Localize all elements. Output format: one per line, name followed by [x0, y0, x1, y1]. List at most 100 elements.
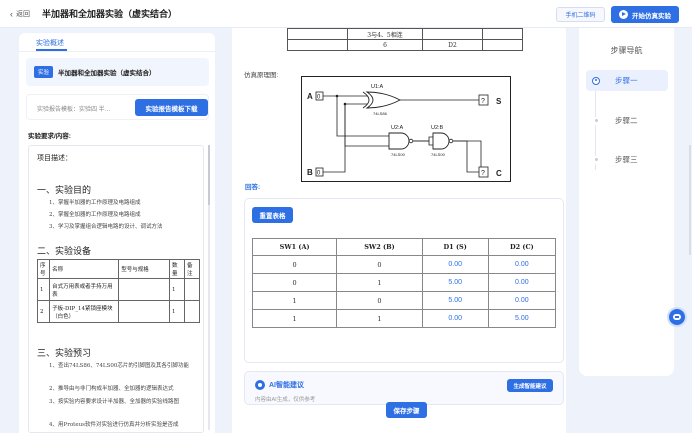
doc-list-item: 2、掌握全加器的工作原理及电路组成	[49, 212, 141, 218]
probe-mark: ?	[481, 170, 485, 177]
requirements-document: 项目描述： 一、实验目的 1、掌握半加器的工作原理及电路组成 2、掌握全加器的工…	[28, 145, 204, 433]
table-row: 序号 名称 型号与规格 数量 备注	[36, 259, 201, 279]
table-cell: 1	[169, 300, 185, 323]
save-step-button[interactable]: 保存步骤	[386, 402, 427, 418]
result-input-cell[interactable]: 0.00	[487, 273, 557, 292]
generate-suggestion-button[interactable]: 生成智能建议	[507, 379, 553, 392]
doc-section-2-title: 二、实验设备	[37, 247, 92, 257]
probe-mark: ?	[481, 98, 485, 105]
doc-intro: 项目描述：	[37, 154, 72, 162]
step-label: 步骤一	[615, 76, 638, 85]
table-cell	[422, 28, 483, 40]
play-icon	[619, 10, 628, 19]
table-cell: 0	[251, 273, 338, 292]
junction-dot	[335, 94, 339, 98]
result-input-cell[interactable]: 5.00	[421, 273, 489, 292]
document-scrollbar-thumb[interactable]	[208, 145, 210, 205]
table-row: 1 1 0.00 5.00	[251, 309, 557, 328]
table-cell: 3与4、5相连	[347, 28, 423, 40]
chevron-left-icon: ‹	[10, 8, 13, 19]
table-row: 3与4、5相连	[287, 28, 523, 40]
top-bar: ‹ 返回 半加器和全加器实验（虚实结合） 手机二维码 开始仿真实验	[0, 0, 692, 28]
gate-u2b-part: 74LS00	[431, 152, 446, 157]
result-input-cell[interactable]: 5.00	[421, 291, 489, 310]
result-input-cell[interactable]: 0.00	[421, 255, 489, 274]
gate-u2b-label: U2:B	[431, 125, 444, 131]
pin-table: 3与4、5相连 6 D2	[287, 28, 523, 51]
main-content: 3与4、5相连 6 D2 仿真原理图: A 0 B 0 U1:A 74LS86 …	[232, 28, 566, 433]
doc-list-item: 3、按实验内容要求设计半加器、全加器的实验线路图	[49, 399, 180, 405]
table-cell: 1	[336, 273, 423, 292]
doc-list-item: 1、查出74LS86、74LS00芯片的引脚图及其各引脚功能	[49, 363, 189, 369]
table-header-cell: 型号与规格	[118, 259, 170, 279]
nand-gate-a	[388, 132, 410, 150]
table-cell	[118, 278, 170, 301]
table-cell: 台式万用表或者手持万用表	[49, 278, 120, 301]
table-cell: D2	[422, 39, 483, 51]
table-header-row: SW1 (A) SW2 (B) D1 (S) D2 (C)	[251, 238, 557, 256]
table-cell	[118, 300, 170, 323]
step-label: 步骤二	[615, 116, 638, 125]
experiment-tag: 实验	[34, 66, 54, 78]
ai-suggestion-card: AI智能建议 内容由AI生成，仅供参考 生成智能建议	[244, 371, 564, 405]
output-c-label: C	[496, 169, 502, 178]
table-cell: 0	[336, 255, 423, 274]
table-row: 1 台式万用表或者手持万用表 1	[36, 278, 201, 301]
table-row: 2 子板-DIP_14紧锁座模块（白色） 1	[36, 300, 201, 323]
doc-list-item: 1、掌握半加器的工作原理及电路组成	[49, 200, 141, 206]
requirements-label: 实验要求/内容:	[28, 133, 71, 140]
download-template-button[interactable]: 实验报告模板下载	[135, 99, 208, 116]
table-cell: 1	[36, 278, 51, 301]
qr-code-button[interactable]: 手机二维码	[556, 7, 605, 22]
table-cell: 6	[347, 39, 423, 51]
table-cell: 1	[251, 309, 338, 328]
step-active-icon	[592, 76, 600, 85]
back-label: 返回	[16, 10, 30, 18]
step-navigation: 步骤导航 步骤一 步骤二 步骤三	[579, 28, 674, 376]
ai-suggestion-note: 内容由AI生成，仅供参考	[255, 397, 316, 403]
table-row: 0 1 5.00 0.00	[251, 273, 557, 292]
report-template-row: 实验报告模板：实验四 半… 实验报告模板下载	[26, 94, 209, 120]
table-header-cell: SW2 (B)	[336, 238, 423, 256]
page-title: 半加器和全加器实验（虚实结合）	[42, 9, 178, 19]
experiment-card: 实验 半加器和全加器实验（虚实结合）	[26, 58, 209, 86]
step-item-1[interactable]: 步骤一	[586, 70, 668, 91]
table-header-cell: 序号	[36, 259, 51, 279]
nand-gate-b	[432, 132, 450, 150]
reset-table-button[interactable]: 重置表格	[252, 207, 293, 223]
assistant-robot-icon[interactable]	[667, 307, 687, 327]
table-cell	[482, 28, 523, 40]
result-table: SW1 (A) SW2 (B) D1 (S) D2 (C) 0 0 0.00 0…	[251, 238, 557, 328]
table-cell: 0	[251, 255, 338, 274]
answer-label: 回答:	[245, 184, 261, 191]
gate-u1-label: U1:A	[371, 84, 384, 90]
step-item-2[interactable]: 步骤二	[586, 110, 668, 131]
input-a-label: A	[307, 92, 313, 101]
table-header-cell: SW1 (A)	[251, 238, 338, 256]
half-adder-circuit-diagram: A 0 B 0 U1:A 74LS86 U2:A 74LS00 U2:B 74L…	[301, 76, 511, 182]
junction-dot	[343, 102, 347, 106]
result-input-cell[interactable]: 0.00	[487, 291, 557, 310]
simulation-diagram-label: 仿真原理图:	[244, 72, 279, 79]
table-cell	[183, 300, 201, 323]
step-item-3[interactable]: 步骤三	[586, 149, 668, 170]
result-input-cell[interactable]: 5.00	[487, 309, 557, 328]
step-label: 步骤三	[615, 155, 638, 164]
step-dot-icon	[592, 155, 600, 164]
table-header-cell: 名称	[49, 259, 120, 279]
back-button[interactable]: ‹ 返回	[10, 9, 30, 19]
table-row: 6 D2	[287, 39, 523, 51]
ai-icon	[255, 380, 265, 390]
table-cell	[287, 39, 348, 51]
start-simulation-button[interactable]: 开始仿真实验	[611, 6, 679, 23]
output-s-label: S	[496, 97, 502, 106]
table-cell: 子板-DIP_14紧锁座模块（白色）	[49, 300, 120, 323]
step-dot-icon	[592, 116, 600, 125]
page-scrollbar[interactable]	[689, 145, 691, 255]
table-cell	[183, 278, 201, 301]
result-input-cell[interactable]: 0.00	[487, 255, 557, 274]
result-input-cell[interactable]: 0.00	[421, 309, 489, 328]
doc-list-item: 2、推导由与非门构成半加器、全加器的逻辑表达式	[49, 386, 174, 392]
equipment-table: 序号 名称 型号与规格 数量 备注 1 台式万用表或者手持万用表 1 2 子板-…	[36, 259, 201, 323]
tab-overview[interactable]: 实验概述	[36, 38, 64, 48]
